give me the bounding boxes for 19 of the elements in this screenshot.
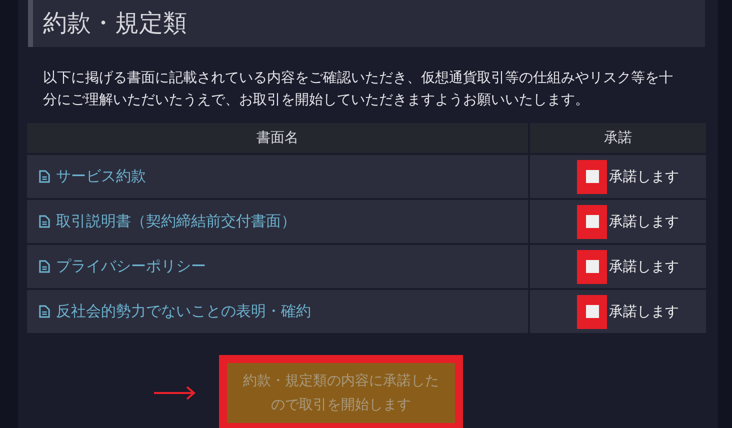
checkbox[interactable] (586, 170, 598, 183)
document-link[interactable]: プライバシーポリシー (39, 256, 206, 276)
section-heading: 約款・規定類 (28, 0, 705, 47)
column-header: 承諾 (529, 122, 707, 154)
checkbox[interactable] (586, 215, 598, 228)
arrow-icon (153, 385, 197, 401)
accept-label: 承諾します (609, 258, 679, 276)
document-icon (39, 260, 50, 272)
column-header: 書面名 (26, 122, 529, 154)
document-icon (39, 170, 50, 182)
document-icon (39, 214, 50, 228)
accept-label: 承諾します (609, 302, 679, 320)
intro-text: 以下に掲げる書面に記載されている内容をご確認いただき、仮想通貨取引等の仕組みやリスク等を十分にご理解いただいたうえで、お取引を開始していただきますようお願いいたします。 (42, 69, 674, 110)
document-icon (39, 304, 50, 318)
accept-label: 承諾します (609, 212, 679, 230)
accept-label: 承諾します (609, 168, 679, 186)
checkbox[interactable] (586, 260, 598, 273)
document-link[interactable]: サービス約款 (39, 166, 146, 186)
checkbox[interactable] (586, 305, 598, 318)
